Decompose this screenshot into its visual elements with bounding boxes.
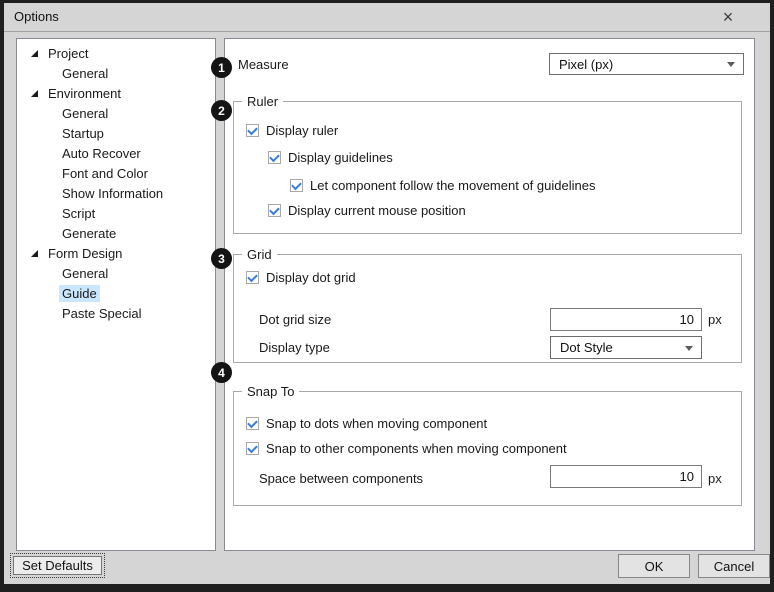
grid-group-title: Grid: [242, 247, 277, 262]
display-type-label: Display type: [259, 340, 330, 355]
dot-grid-size-input[interactable]: 10: [550, 308, 702, 331]
tree-item-label[interactable]: Show Information: [59, 185, 166, 202]
check-icon: [247, 442, 258, 453]
dot-grid-size-label: Dot grid size: [259, 312, 331, 327]
checkbox-row: Let component follow the movement of gui…: [290, 177, 595, 193]
callout-badge-4: 4: [211, 362, 232, 383]
grid-group: Grid Dot grid size 10 px Display type Do…: [233, 254, 742, 363]
checkbox-row: Display current mouse position: [268, 202, 466, 218]
display-type-select-value: Dot Style: [560, 340, 613, 355]
checkbox[interactable]: [246, 124, 259, 137]
callout-badge-1: 1: [211, 57, 232, 78]
dot-grid-size-unit: px: [708, 312, 722, 327]
set-defaults-button[interactable]: Set Defaults: [13, 556, 102, 575]
callout-badge-3: 3: [211, 248, 232, 269]
chevron-down-icon: [727, 62, 735, 67]
checkbox[interactable]: [290, 179, 303, 192]
space-between-label: Space between components: [259, 471, 423, 486]
tree-item-font-and-color[interactable]: Font and Color: [17, 163, 215, 183]
callout-badge-2: 2: [211, 100, 232, 121]
tree-item-label[interactable]: Form Design: [45, 245, 125, 262]
tree-item-label[interactable]: Startup: [59, 125, 107, 142]
checkbox-label: Let component follow the movement of gui…: [310, 178, 595, 193]
tree-item-paste-special[interactable]: Paste Special: [17, 303, 215, 323]
dot-grid-size-value: 10: [680, 312, 694, 327]
tree-item-label[interactable]: Paste Special: [59, 305, 145, 322]
cancel-button[interactable]: Cancel: [698, 554, 770, 578]
tree-item-project[interactable]: Project: [17, 43, 215, 63]
tree-item-label[interactable]: Generate: [59, 225, 119, 242]
ok-button[interactable]: OK: [618, 554, 690, 578]
checkbox-row: Display dot grid: [246, 269, 356, 285]
tree-item-auto-recover[interactable]: Auto Recover: [17, 143, 215, 163]
measure-select-value: Pixel (px): [559, 57, 613, 72]
tree-item-startup[interactable]: Startup: [17, 123, 215, 143]
check-icon: [247, 417, 258, 428]
checkbox-label: Display ruler: [266, 123, 338, 138]
ruler-group: Ruler Display rulerDisplay guidelinesLet…: [233, 101, 742, 234]
tree-item-label[interactable]: Auto Recover: [59, 145, 144, 162]
title-bar: Options ×: [4, 3, 770, 32]
tree-item-form-design[interactable]: Form Design: [17, 243, 215, 263]
display-type-select[interactable]: Dot Style: [550, 336, 702, 359]
checkbox[interactable]: [268, 151, 281, 164]
check-icon: [247, 124, 258, 135]
checkbox-row: Snap to dots when moving component: [246, 415, 487, 431]
checkbox[interactable]: [246, 417, 259, 430]
check-icon: [269, 204, 280, 215]
window-title: Options: [14, 3, 59, 31]
tree-item-label[interactable]: Guide: [59, 285, 100, 302]
space-between-value: 10: [680, 469, 694, 484]
checkbox-row: Snap to other components when moving com…: [246, 440, 567, 456]
tree-item-script[interactable]: Script: [17, 203, 215, 223]
tree-item-label[interactable]: General: [59, 265, 111, 282]
checkbox[interactable]: [246, 271, 259, 284]
checkbox-label: Display current mouse position: [288, 203, 466, 218]
measure-select[interactable]: Pixel (px): [549, 53, 744, 75]
snap-to-group: Snap To Space between components 10 px S…: [233, 391, 742, 506]
checkbox-label: Snap to other components when moving com…: [266, 441, 567, 456]
tree-item-generate[interactable]: Generate: [17, 223, 215, 243]
tree-item-label[interactable]: Environment: [45, 85, 124, 102]
checkbox[interactable]: [268, 204, 281, 217]
tree-item-label[interactable]: Script: [59, 205, 98, 222]
checkbox[interactable]: [246, 442, 259, 455]
tree-item-environment[interactable]: Environment: [17, 83, 215, 103]
tree-item-general[interactable]: General: [17, 63, 215, 83]
checkbox-label: Display dot grid: [266, 270, 356, 285]
set-defaults-focus-ring: Set Defaults: [10, 553, 105, 578]
tree-item-label[interactable]: General: [59, 105, 111, 122]
chevron-down-icon: [685, 346, 693, 351]
ruler-group-title: Ruler: [242, 94, 283, 109]
options-dialog: Options × Project General Environment Gener…: [0, 0, 774, 592]
space-between-unit: px: [708, 471, 722, 486]
tree-item-general[interactable]: General: [17, 103, 215, 123]
tree-item-label[interactable]: General: [59, 65, 111, 82]
tree-item-general[interactable]: General: [17, 263, 215, 283]
expander-icon[interactable]: [31, 250, 38, 257]
tree-item-label[interactable]: Font and Color: [59, 165, 151, 182]
checkbox-label: Snap to dots when moving component: [266, 416, 487, 431]
space-between-input[interactable]: 10: [550, 465, 702, 488]
close-icon[interactable]: ×: [714, 3, 742, 31]
check-icon: [247, 271, 258, 282]
measure-label: Measure: [238, 57, 289, 72]
snap-to-group-title: Snap To: [242, 384, 299, 399]
checkbox-row: Display ruler: [246, 122, 338, 138]
expander-icon[interactable]: [31, 90, 38, 97]
settings-pane: Measure Pixel (px) Ruler Display ruler Di…: [224, 38, 755, 551]
tree-item-label[interactable]: Project: [45, 45, 91, 62]
settings-tree: Project General Environment General Startup A…: [16, 38, 216, 551]
expander-icon[interactable]: [31, 50, 38, 57]
tree-item-guide[interactable]: Guide: [17, 283, 215, 303]
checkbox-label: Display guidelines: [288, 150, 393, 165]
check-icon: [291, 179, 302, 190]
checkbox-row: Display guidelines: [268, 149, 393, 165]
tree-item-show-information[interactable]: Show Information: [17, 183, 215, 203]
check-icon: [269, 151, 280, 162]
